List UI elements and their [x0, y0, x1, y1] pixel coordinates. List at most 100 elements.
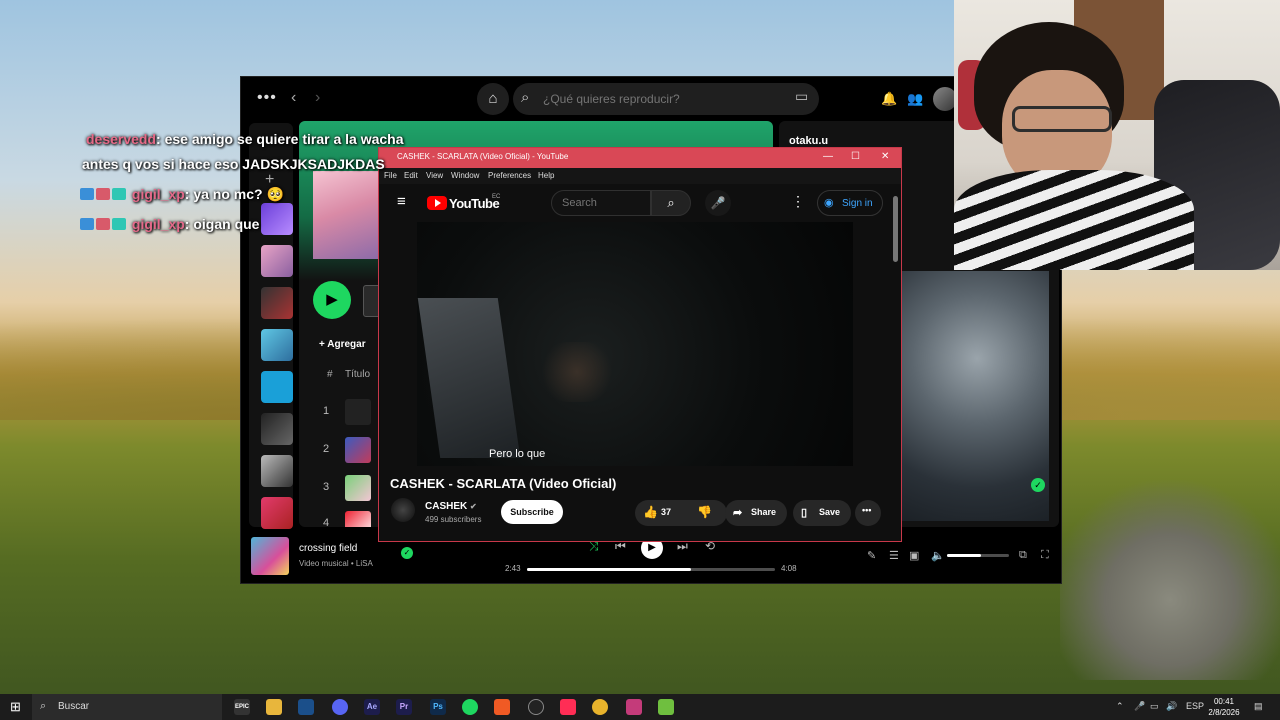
- tiktok-icon[interactable]: [560, 699, 576, 715]
- menu-file[interactable]: File: [384, 171, 397, 180]
- menu-window[interactable]: Window: [451, 171, 479, 180]
- menu-view[interactable]: View: [426, 171, 443, 180]
- saved-check-icon[interactable]: ✓: [401, 547, 413, 559]
- youtube-search-input[interactable]: [551, 190, 651, 216]
- sign-in-button[interactable]: ◉ Sign in: [817, 190, 883, 216]
- sign-in-label: Sign in: [842, 198, 873, 209]
- spotify-search-input[interactable]: [543, 83, 773, 115]
- forward-arrow-icon[interactable]: ›: [315, 89, 320, 107]
- track-art[interactable]: [345, 475, 371, 501]
- library-item[interactable]: [261, 245, 293, 277]
- network-icon[interactable]: ▭: [1150, 701, 1159, 712]
- library-item[interactable]: [261, 329, 293, 361]
- library-item[interactable]: [261, 497, 293, 529]
- brave-icon[interactable]: [494, 699, 510, 715]
- file-explorer-icon[interactable]: [266, 699, 282, 715]
- more-options-icon[interactable]: •••: [257, 89, 277, 107]
- library-item[interactable]: [261, 455, 293, 487]
- minimize-icon[interactable]: —: [823, 151, 833, 162]
- now-playing-art[interactable]: [251, 537, 289, 575]
- track-art[interactable]: [345, 511, 371, 527]
- discord-icon[interactable]: [332, 699, 348, 715]
- check-icon[interactable]: ✓: [1031, 478, 1045, 492]
- save-button[interactable]: ▯ Save: [793, 500, 851, 526]
- volume-icon[interactable]: 🔊: [1166, 701, 1177, 712]
- volume-icon[interactable]: 🔈: [931, 549, 945, 562]
- epic-games-icon[interactable]: EPIC: [234, 699, 250, 715]
- maximize-icon[interactable]: ☐: [851, 151, 860, 162]
- steam-icon[interactable]: [298, 699, 314, 715]
- clock-time: 00:41: [1213, 697, 1235, 706]
- chrome-icon[interactable]: [592, 699, 608, 715]
- notification-icon[interactable]: ▤: [1254, 701, 1263, 712]
- share-button[interactable]: ➦ Share: [725, 500, 787, 526]
- progress-fill: [527, 568, 691, 571]
- clock-date: 2/8/2026: [1208, 708, 1240, 717]
- photoshop-icon[interactable]: Ps: [430, 699, 446, 715]
- spotify-icon[interactable]: [462, 699, 478, 715]
- devices-icon[interactable]: ▣: [909, 549, 919, 562]
- youtube-titlebar[interactable]: CASHEK - SCARLATA (Video Oficial) - YouT…: [379, 148, 901, 168]
- artist-name[interactable]: otaku.u: [789, 135, 828, 147]
- library-item[interactable]: [261, 371, 293, 403]
- menu-edit[interactable]: Edit: [404, 171, 418, 180]
- obs-icon[interactable]: [528, 699, 544, 715]
- chat-text: : ese amigo se quiere tirar a la wacha: [156, 131, 404, 147]
- menu-help[interactable]: Help: [538, 171, 554, 180]
- menu-preferences[interactable]: Preferences: [488, 171, 531, 180]
- pencil-icon[interactable]: ✎: [867, 549, 876, 562]
- like-icon[interactable]: 👍: [643, 505, 658, 519]
- track-art[interactable]: [345, 399, 371, 425]
- fullscreen-icon[interactable]: ⛶: [1041, 549, 1049, 562]
- progress-bar[interactable]: [527, 568, 775, 571]
- search-button[interactable]: ⌕: [651, 190, 691, 216]
- back-arrow-icon[interactable]: ‹: [291, 89, 296, 107]
- minecraft-icon[interactable]: [658, 699, 674, 715]
- chevron-up-icon[interactable]: ⌃: [1116, 701, 1124, 712]
- like-count[interactable]: 37: [661, 507, 671, 517]
- webcam-shirt: [954, 170, 1194, 270]
- home-icon[interactable]: ⌂: [477, 83, 509, 115]
- channel-avatar[interactable]: [391, 498, 415, 522]
- close-icon[interactable]: ✕: [881, 151, 889, 162]
- scrollbar[interactable]: [893, 196, 898, 262]
- clock[interactable]: 00:41 2/8/2026: [1204, 696, 1244, 718]
- taskbar-search[interactable]: ⌕ Buscar: [32, 694, 222, 720]
- language-indicator[interactable]: ESP: [1186, 701, 1204, 711]
- volume-slider[interactable]: [947, 554, 1009, 557]
- miniplayer-icon[interactable]: ⧉: [1019, 549, 1027, 562]
- hamburger-icon[interactable]: ≡: [397, 193, 406, 210]
- duration-time: 4:08: [781, 564, 797, 573]
- library-item[interactable]: [261, 413, 293, 445]
- video-frame-hands: [537, 342, 617, 402]
- track-number: 2: [323, 443, 330, 455]
- now-playing-subtitle[interactable]: Video musical • LiSA: [299, 559, 373, 568]
- microphone-icon[interactable]: 🎤: [1134, 701, 1145, 712]
- search-icon: ⌕: [521, 89, 530, 106]
- channel-name[interactable]: CASHEK ✔: [425, 501, 477, 512]
- more-vertical-icon[interactable]: ⋮: [791, 193, 805, 210]
- track-art[interactable]: [345, 437, 371, 463]
- video-player[interactable]: Pero lo que: [417, 222, 853, 466]
- track-number: 1: [323, 405, 330, 417]
- microphone-icon[interactable]: 🎤: [705, 190, 731, 216]
- library-item[interactable]: [261, 287, 293, 319]
- track-number: 4: [323, 517, 330, 527]
- windows-start-icon[interactable]: ⊞: [10, 699, 21, 715]
- youtube-logo-icon[interactable]: [427, 196, 447, 210]
- friends-icon[interactable]: 👥: [907, 91, 923, 107]
- add-button[interactable]: + Agregar: [319, 339, 366, 350]
- more-actions-button[interactable]: •••: [855, 500, 881, 526]
- library-item[interactable]: [261, 203, 293, 235]
- after-effects-icon[interactable]: Ae: [364, 699, 380, 715]
- play-button[interactable]: ▶: [313, 281, 351, 319]
- dislike-icon[interactable]: 👎: [697, 505, 712, 519]
- premiere-icon[interactable]: Pr: [396, 699, 412, 715]
- now-playing-title[interactable]: crossing field: [299, 543, 357, 554]
- spotify-search-box[interactable]: ⌕ ▭: [513, 83, 819, 115]
- app-icon[interactable]: [626, 699, 642, 715]
- subscribe-button[interactable]: Subscribe: [501, 500, 563, 524]
- queue-icon[interactable]: ☰: [889, 549, 899, 562]
- bell-icon[interactable]: 🔔: [881, 91, 897, 107]
- browse-icon[interactable]: ▭: [795, 88, 808, 105]
